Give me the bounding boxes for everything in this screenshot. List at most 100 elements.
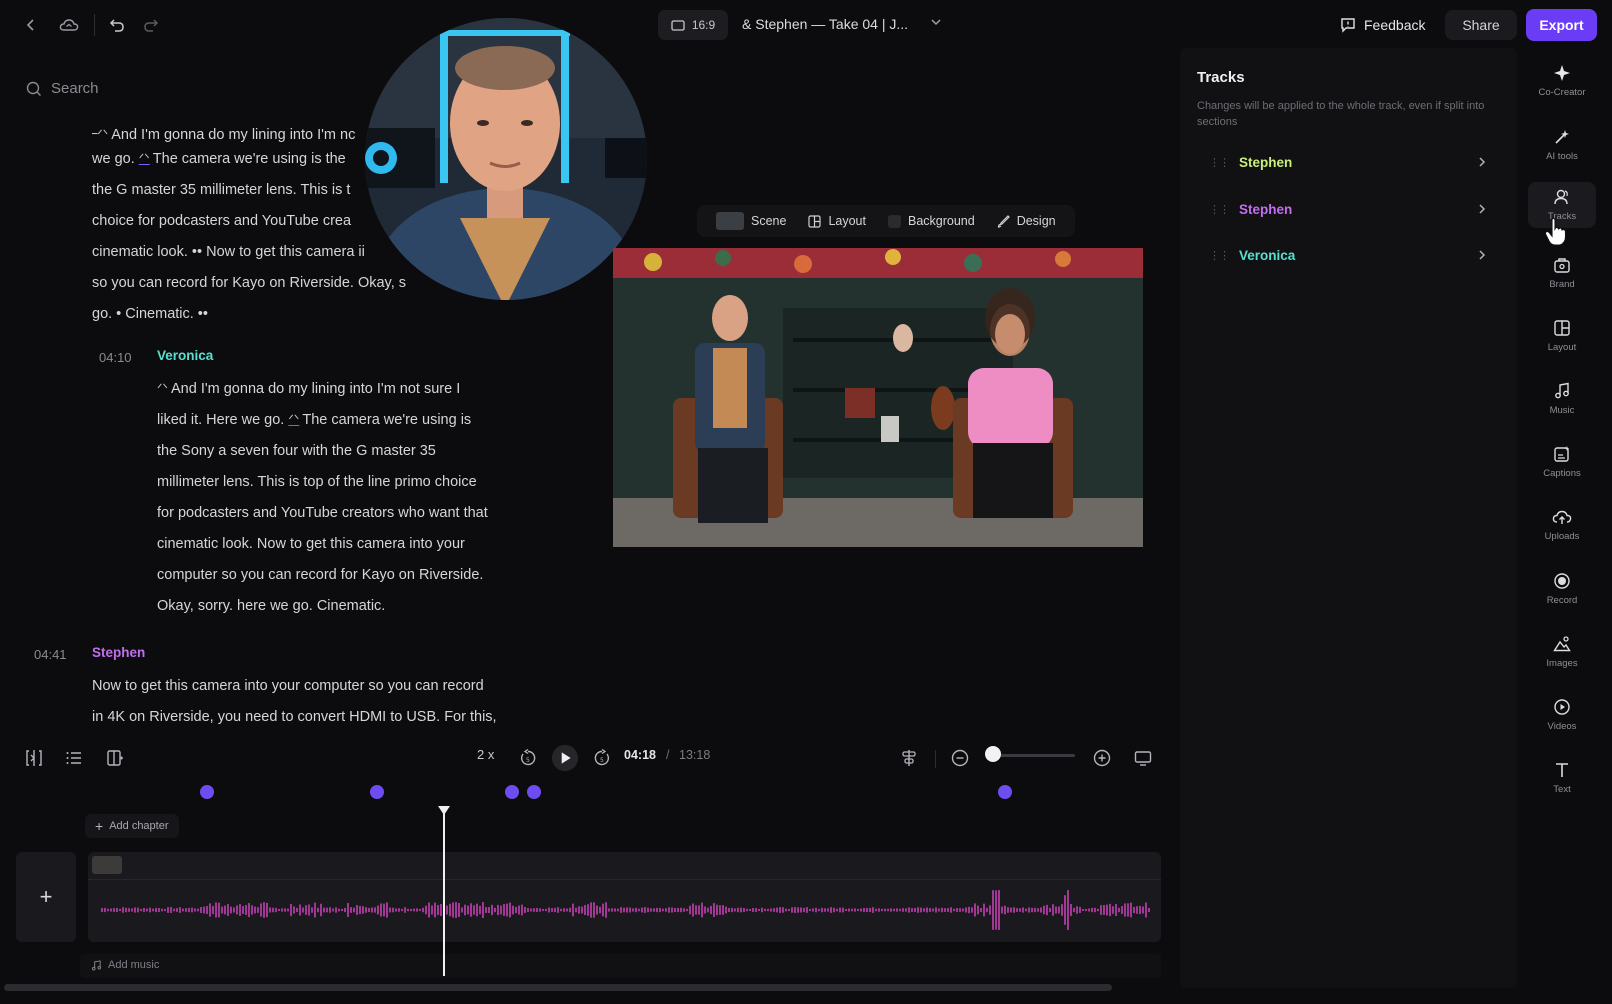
back-icon[interactable] [16, 10, 46, 40]
track-row-veronica[interactable]: ⋮⋮ Veronica [1197, 236, 1497, 274]
transcript-line[interactable]: go. • Cinematic. •• [92, 306, 208, 322]
chapter-marker[interactable] [998, 785, 1012, 799]
chapter-marker[interactable] [370, 785, 384, 799]
transcript-line[interactable]: so you can record for Kayo on Riverside.… [92, 275, 406, 291]
chapter-marker[interactable] [505, 785, 519, 799]
export-button[interactable]: Export [1526, 9, 1597, 41]
transcript-line[interactable]: the G master 35 millimeter lens. This is… [92, 182, 350, 198]
transcript-line[interactable]: the Sony a seven four with the G master … [157, 443, 436, 459]
layout-button[interactable]: Layout [799, 207, 875, 235]
tracks-title: Tracks [1197, 69, 1245, 86]
rail-music[interactable]: Music [1528, 382, 1596, 416]
transcript-line[interactable]: Now to get this camera into your compute… [92, 678, 484, 694]
rail-label: Co-Creator [1538, 87, 1586, 98]
chevron-right-icon [1477, 156, 1487, 168]
undo-icon[interactable] [102, 10, 132, 40]
scene-label: Scene [751, 214, 787, 228]
transcript-line[interactable]: we go. ᐟᐠ The camera we're using is the [92, 151, 346, 167]
track-row-stephen[interactable]: ⋮⋮ Stephen [1197, 190, 1497, 228]
playback-speed-button[interactable]: 2 x [477, 747, 494, 762]
svg-text:5: 5 [526, 757, 530, 764]
pause-wave-icon: ᐟᐠ [157, 381, 169, 396]
brush-icon [997, 214, 1010, 228]
search-input[interactable]: Search [51, 80, 99, 97]
rail-ai-tools[interactable]: AI tools [1528, 128, 1596, 162]
pause-wave-icon: ᐟᐠ [138, 151, 150, 166]
drag-handle-icon[interactable]: ⋮⋮ [1209, 249, 1230, 262]
rail-images[interactable]: Images [1528, 635, 1596, 669]
share-button[interactable]: Share [1445, 10, 1517, 40]
transcript-line[interactable]: ᠆ᐟᐠ And I'm gonna do my lining into I'm n… [92, 120, 355, 143]
image-icon [1553, 636, 1571, 652]
video-track-lane[interactable] [88, 852, 1161, 942]
horizontal-scrollbar[interactable] [4, 984, 1112, 991]
drag-handle-icon[interactable]: ⋮⋮ [1209, 156, 1230, 169]
add-layout-icon[interactable] [101, 744, 129, 772]
add-chapter-button[interactable]: + Add chapter [85, 814, 179, 838]
transcript-line[interactable]: for podcasters and YouTube creators who … [157, 505, 488, 521]
forward-5-icon[interactable]: 5 [588, 744, 616, 772]
add-music-label: Add music [108, 959, 160, 971]
rail-text[interactable]: Text [1528, 761, 1596, 795]
cloud-sync-icon[interactable] [54, 10, 84, 40]
transcript-line[interactable]: liked it. Here we go. ᐟᐠ The camera we're… [157, 412, 471, 428]
rail-uploads[interactable]: Uploads [1528, 508, 1596, 542]
transcript-line[interactable]: cinematic look. •• Now to get this camer… [92, 244, 365, 260]
redo-icon[interactable] [136, 10, 166, 40]
track-name: Stephen [1239, 201, 1293, 217]
chapter-marker[interactable] [200, 785, 214, 799]
presenter-webcam [365, 18, 647, 300]
rail-videos[interactable]: Videos [1528, 698, 1596, 732]
screen-fit-icon[interactable] [1129, 744, 1157, 772]
transcript-line[interactable]: ᐟᐠ And I'm gonna do my lining into I'm no… [157, 381, 460, 397]
aspect-ratio-icon [671, 19, 685, 31]
divider [935, 750, 936, 768]
pause-wave-icon: ᐟᐠ [288, 412, 300, 427]
zoom-slider-handle[interactable] [985, 746, 1001, 762]
drag-handle-icon[interactable]: ⋮⋮ [1209, 203, 1230, 216]
rail-layout[interactable]: Layout [1528, 319, 1596, 353]
background-button[interactable]: Background [879, 207, 984, 235]
transcript-line[interactable]: choice for podcasters and YouTube crea [92, 213, 351, 229]
add-music-button[interactable]: Add music [85, 954, 165, 976]
design-button[interactable]: Design [988, 207, 1065, 235]
play-button[interactable] [551, 744, 579, 772]
transcript-line[interactable]: in 4K on Riverside, you need to convert … [92, 709, 497, 725]
transcript-line[interactable]: Okay, sorry. here we go. Cinematic. [157, 598, 385, 614]
rewind-5-icon[interactable]: 5 [514, 744, 542, 772]
plus-icon: + [39, 884, 53, 909]
timestamp[interactable]: 04:10 [99, 350, 132, 365]
aspect-ratio-button[interactable]: 16:9 [658, 10, 728, 40]
rail-label: Record [1546, 595, 1578, 606]
transcript-line[interactable]: millimeter lens. This is top of the line… [157, 474, 477, 490]
rail-brand[interactable]: Brand [1528, 256, 1596, 290]
chevron-down-icon[interactable] [930, 16, 942, 28]
chapter-marker[interactable] [527, 785, 541, 799]
add-track-button[interactable]: + [16, 852, 76, 942]
transcript-line[interactable]: cinematic look. Now to get this camera i… [157, 536, 465, 552]
list-icon[interactable] [60, 744, 88, 772]
rail-co-creator[interactable]: Co-Creator [1528, 64, 1596, 98]
total-time: 13:18 [679, 748, 711, 762]
rail-captions[interactable]: Captions [1528, 445, 1596, 479]
transcript-line[interactable]: computer so you can record for Kayo on R… [157, 567, 483, 583]
align-tracks-icon[interactable] [895, 744, 923, 772]
timestamp[interactable]: 04:41 [34, 647, 67, 662]
feedback-button[interactable]: Feedback [1332, 10, 1433, 40]
track-row-stephen[interactable]: ⋮⋮ Stephen [1197, 143, 1497, 181]
speaker-name[interactable]: Stephen [92, 645, 145, 660]
music-track-lane[interactable] [80, 954, 1161, 978]
speaker-name[interactable]: Veronica [157, 348, 213, 363]
rail-record[interactable]: Record [1528, 572, 1596, 606]
video-preview[interactable] [613, 248, 1143, 547]
zoom-in-icon[interactable] [1088, 744, 1116, 772]
search-bar[interactable]: Search [26, 80, 99, 97]
project-title[interactable]: & Stephen — Take 04 | J... [742, 16, 908, 32]
scene-button[interactable]: Scene [707, 207, 795, 235]
zoom-slider[interactable] [993, 754, 1075, 757]
clip-thumbnail [92, 856, 122, 874]
playhead[interactable] [443, 810, 445, 976]
zoom-out-icon[interactable] [946, 744, 974, 772]
rail-label: Images [1546, 658, 1578, 669]
split-icon[interactable] [20, 744, 48, 772]
